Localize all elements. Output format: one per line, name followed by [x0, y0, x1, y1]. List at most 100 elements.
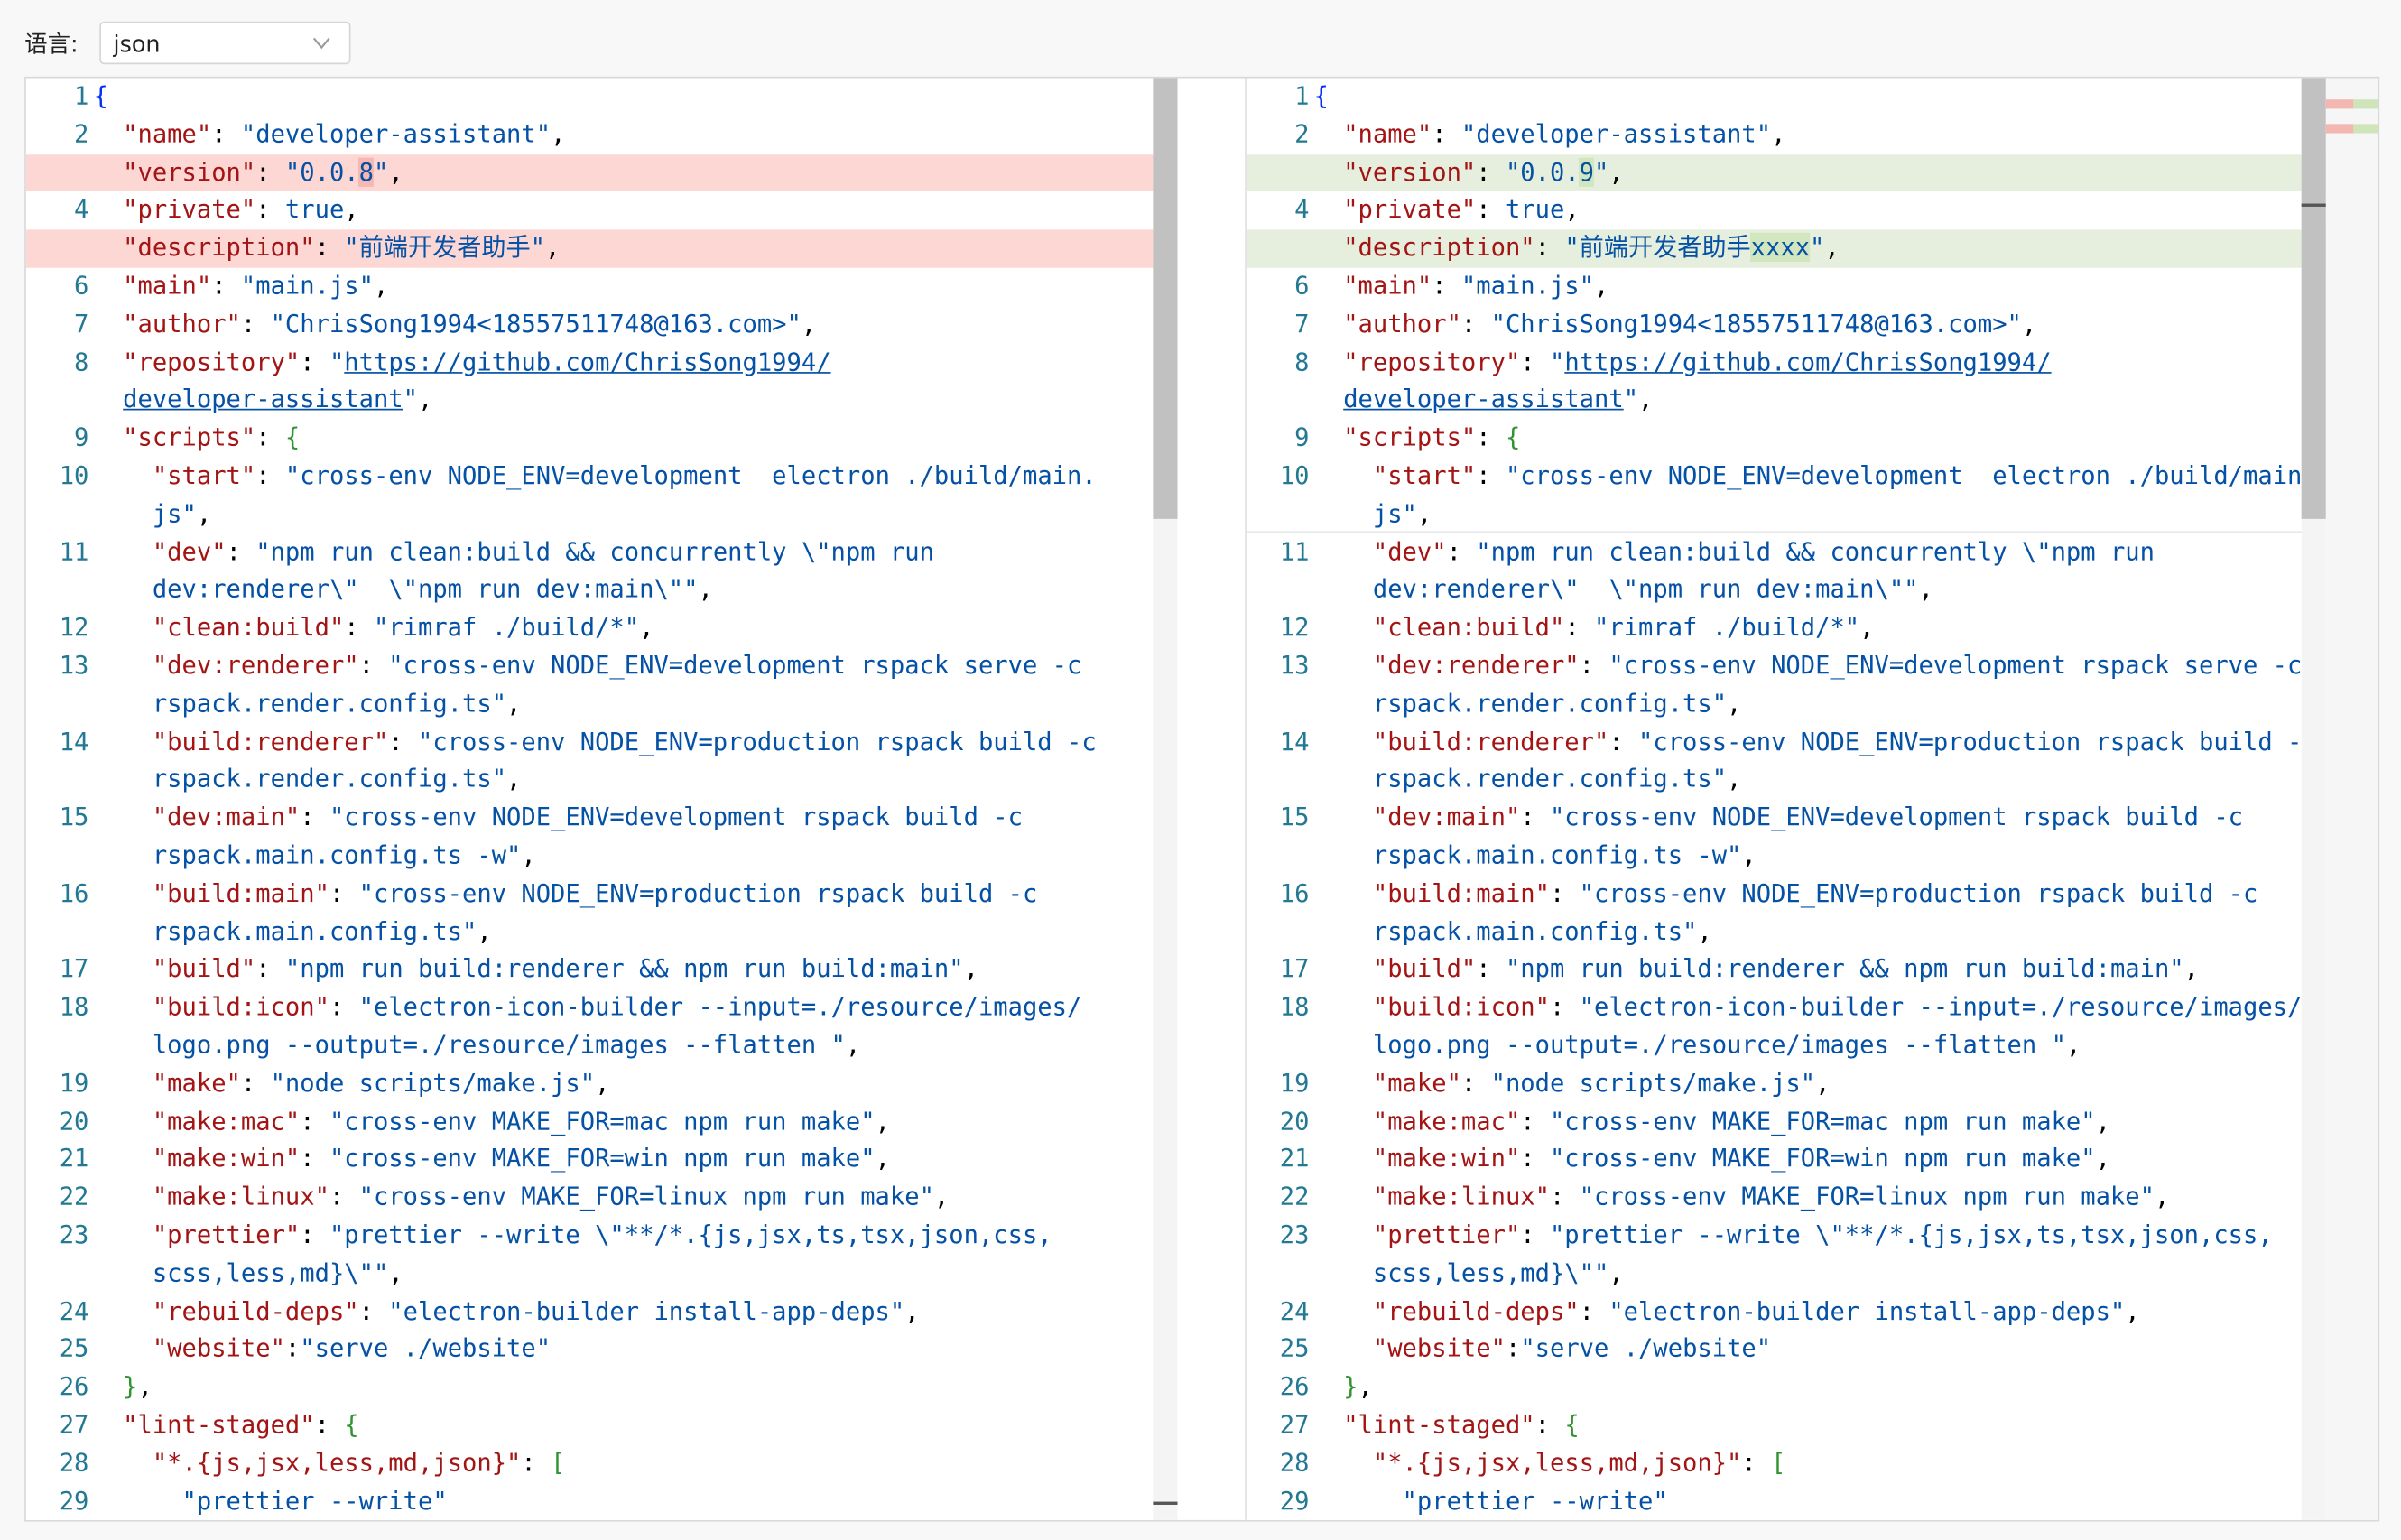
deleted-line[interactable]: "description": "前端开发者助手", [25, 229, 1178, 268]
modified-pane[interactable]: 1234567891011121314151617181920212223242… [1245, 78, 2328, 1520]
code-token: , [698, 574, 713, 604]
original-scrollbar[interactable] [1153, 78, 1178, 1520]
code-line[interactable]: "build:main": "cross-env NODE_ENV=produc… [93, 876, 1177, 914]
modified-scrollbar-thumb[interactable] [2301, 78, 2326, 519]
code-line[interactable]: logo.png --output=./resource/images --fl… [93, 1027, 1177, 1065]
code-line[interactable]: "*.{js,jsx,less,md,json}": [ [1314, 1444, 2328, 1482]
code-line[interactable]: "prettier": "prettier --write \"**/*.{js… [1314, 1217, 2328, 1255]
code-line[interactable]: "make:win": "cross-env MAKE_FOR=win npm … [1314, 1141, 2328, 1179]
code-line[interactable]: "build:icon": "electron-icon-builder --i… [93, 989, 1177, 1027]
modified-code[interactable]: { "name": "developer-assistant", "versio… [1246, 78, 2328, 1520]
original-scrollbar-thumb[interactable] [1153, 78, 1178, 519]
diff-overview-ruler[interactable] [2325, 78, 2378, 1520]
code-line[interactable]: "dev:renderer": "cross-env NODE_ENV=deve… [1314, 647, 2328, 685]
code-line[interactable]: "prettier": "prettier --write \"**/*.{js… [93, 1217, 1177, 1255]
code-line[interactable]: scss,less,md}\"", [93, 1255, 1177, 1293]
code-token: "*.{js,jsx,less,md,json}" [93, 1447, 522, 1478]
code-line[interactable]: "repository": "https://github.com/ChrisS… [1314, 344, 2328, 382]
code-line[interactable]: "website":"serve ./website" [1314, 1331, 2328, 1368]
code-line[interactable]: "clean:build": "rimraf ./build/*", [1314, 609, 2328, 647]
link-text[interactable]: https://github.com/ChrisSong1994/ [1564, 347, 2051, 376]
code-line[interactable]: "build:renderer": "cross-env NODE_ENV=pr… [1314, 723, 2328, 761]
code-line[interactable]: "scripts": { [1314, 420, 2328, 458]
code-line[interactable]: rspack.main.config.ts", [93, 914, 1177, 951]
code-line[interactable]: "prettier --write" [93, 1483, 1177, 1520]
code-line[interactable]: "make:win": "cross-env MAKE_FOR=win npm … [93, 1141, 1177, 1179]
code-line[interactable]: "make:mac": "cross-env MAKE_FOR=mac npm … [93, 1103, 1177, 1141]
code-line[interactable]: "lint-staged": { [1314, 1406, 2328, 1444]
code-line[interactable]: { [93, 78, 1177, 116]
code-line[interactable]: "name": "developer-assistant", [1314, 116, 2328, 154]
code-line[interactable]: "make:linux": "cross-env MAKE_FOR=linux … [1314, 1179, 2328, 1217]
code-line[interactable]: developer-assistant", [93, 382, 1177, 420]
code-line[interactable]: "*.{js,jsx,less,md,json}": [ [93, 1444, 1177, 1482]
code-line[interactable]: "dev": "npm run clean:build && concurren… [1314, 533, 2328, 571]
code-line[interactable]: "start": "cross-env NODE_ENV=development… [93, 458, 1177, 496]
code-line[interactable]: "build:main": "cross-env NODE_ENV=produc… [1314, 876, 2328, 914]
code-line[interactable]: "prettier --write" [1314, 1483, 2328, 1520]
link-text[interactable]: https://github.com/ChrisSong1994/ [344, 347, 830, 376]
code-line[interactable]: rspack.render.config.ts", [93, 685, 1177, 723]
code-line[interactable]: "make": "node scripts/make.js", [1314, 1065, 2328, 1103]
code-line[interactable]: logo.png --output=./resource/images --fl… [1314, 1027, 2328, 1065]
code-line[interactable]: "private": true, [93, 192, 1177, 230]
overview-deleted-mark [2325, 124, 2354, 134]
code-line[interactable]: }, [1314, 1368, 2328, 1406]
code-line[interactable]: rspack.render.config.ts", [93, 761, 1177, 799]
code-line[interactable]: "name": "developer-assistant", [93, 116, 1177, 154]
code-line[interactable]: "build": "npm run build:renderer && npm … [93, 951, 1177, 989]
code-line[interactable]: "make": "node scripts/make.js", [93, 1065, 1177, 1103]
original-code[interactable]: { "name": "developer-assistant", "versio… [25, 78, 1178, 1520]
code-line[interactable]: "author": "ChrisSong1994<18557511748@163… [1314, 306, 2328, 344]
code-line[interactable]: "author": "ChrisSong1994<18557511748@163… [93, 306, 1177, 344]
code-line[interactable]: developer-assistant", [1314, 382, 2328, 420]
modified-scrollbar[interactable] [2301, 78, 2326, 1520]
code-line[interactable]: dev:renderer\" \"npm run dev:main\"", [1314, 571, 2328, 609]
code-line[interactable]: "start": "cross-env NODE_ENV=development… [1314, 458, 2328, 496]
code-line[interactable]: "main": "main.js", [1314, 268, 2328, 306]
code-line[interactable]: "build:icon": "electron-icon-builder --i… [1314, 989, 2328, 1027]
code-line[interactable]: scss,less,md}\"", [1314, 1255, 2328, 1293]
code-line[interactable]: }, [93, 1368, 1177, 1406]
code-line[interactable]: "build": "npm run build:renderer && npm … [1314, 951, 2328, 989]
code-line[interactable]: "dev:main": "cross-env NODE_ENV=developm… [1314, 800, 2328, 838]
code-line[interactable]: "dev:main": "cross-env NODE_ENV=developm… [93, 800, 1177, 838]
code-line[interactable]: "repository": "https://github.com/ChrisS… [93, 344, 1177, 382]
inserted-line[interactable]: "version": "0.0.9", [1246, 153, 2328, 192]
code-line[interactable]: "rebuild-deps": "electron-builder instal… [1314, 1293, 2328, 1331]
code-line[interactable]: rspack.render.config.ts", [1314, 685, 2328, 723]
code-line[interactable]: rspack.main.config.ts -w", [93, 838, 1177, 876]
language-select[interactable]: json [99, 21, 351, 65]
code-token: , [933, 1182, 950, 1211]
line-number: 12 [1279, 612, 1310, 642]
code-line[interactable]: rspack.main.config.ts -w", [1314, 838, 2328, 876]
original-pane[interactable]: 1234567891011121314151617181920212223242… [25, 78, 1178, 1520]
deleted-line[interactable]: "version": "0.0.8", [25, 153, 1178, 192]
code-line[interactable]: "make:linux": "cross-env MAKE_FOR=linux … [93, 1179, 1177, 1217]
code-line[interactable]: "dev": "npm run clean:build && concurren… [93, 533, 1177, 571]
code-line[interactable]: dev:renderer\" \"npm run dev:main\"", [93, 571, 1177, 609]
code-token: "build:renderer" [1313, 726, 1609, 756]
code-line[interactable]: "main": "main.js", [93, 268, 1177, 306]
code-line[interactable]: "clean:build": "rimraf ./build/*", [93, 609, 1177, 647]
code-line[interactable]: rspack.main.config.ts", [1314, 914, 2328, 951]
code-token: "cross-env MAKE_FOR=win npm run make" [329, 1144, 876, 1174]
code-line[interactable]: "rebuild-deps": "electron-builder instal… [93, 1293, 1177, 1331]
code-line[interactable]: "dev:renderer": "cross-env NODE_ENV=deve… [93, 647, 1177, 685]
code-line[interactable]: "scripts": { [93, 420, 1177, 458]
code-line[interactable]: "website":"serve ./website" [93, 1331, 1177, 1368]
code-line[interactable]: js", [93, 496, 1177, 533]
code-line[interactable]: "build:renderer": "cross-env NODE_ENV=pr… [93, 723, 1177, 761]
line-number: 12 [59, 612, 89, 642]
code-line[interactable]: "private": true, [1314, 192, 2328, 230]
inserted-line[interactable]: "description": "前端开发者助手xxxx", [1246, 229, 2328, 268]
code-line[interactable]: js", [1314, 496, 2328, 533]
code-line[interactable]: rspack.render.config.ts", [1314, 761, 2328, 799]
code-token: : [1579, 650, 1609, 680]
code-token: "developer-assistant" [240, 118, 552, 149]
link-text[interactable]: developer-assistant [123, 385, 403, 413]
code-line[interactable]: "make:mac": "cross-env MAKE_FOR=mac npm … [1314, 1103, 2328, 1141]
link-text[interactable]: developer-assistant [1343, 385, 1623, 413]
code-line[interactable]: { [1314, 78, 2328, 116]
code-line[interactable]: "lint-staged": { [93, 1406, 1177, 1444]
